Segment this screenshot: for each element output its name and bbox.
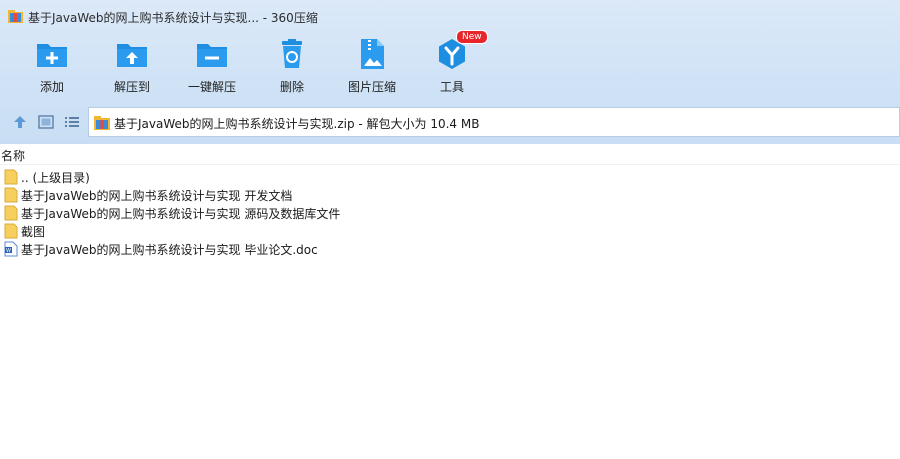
top-panel: 基于JavaWeb的网上购书系统设计与实现... - 360压缩 添加 解压到 … bbox=[0, 0, 900, 144]
delete-button[interactable]: 删除 bbox=[252, 36, 332, 95]
word-document-icon: W bbox=[4, 241, 18, 257]
image-compress-label: 图片压缩 bbox=[347, 80, 396, 94]
address-bar[interactable]: 基于JavaWeb的网上购书系统设计与实现.zip - 解包大小为 10.4 M… bbox=[88, 107, 900, 137]
svg-text:W: W bbox=[6, 248, 11, 254]
address-text: 基于JavaWeb的网上购书系统设计与实现.zip - 解包大小为 10.4 M… bbox=[114, 117, 480, 131]
up-arrow-icon[interactable] bbox=[11, 113, 29, 131]
one-click-extract-label: 一键解压 bbox=[187, 80, 236, 94]
file-list: 名称 .. (上级目录) 基于JavaWeb的网上购书系统设计与实现 开发文档 … bbox=[0, 144, 900, 459]
folder-icon bbox=[4, 169, 18, 185]
extract-to-label: 解压到 bbox=[113, 80, 150, 94]
archive-icon bbox=[8, 9, 23, 23]
list-item-name: 截图 bbox=[21, 225, 46, 239]
header-divider bbox=[0, 164, 900, 165]
list-item-name: 基于JavaWeb的网上购书系统设计与实现 开发文档 bbox=[21, 189, 293, 203]
one-click-extract-icon bbox=[194, 36, 230, 72]
folder-icon bbox=[4, 187, 18, 203]
title-bar: 基于JavaWeb的网上购书系统设计与实现... - 360压缩 bbox=[0, 0, 900, 34]
list-item[interactable]: 基于JavaWeb的网上购书系统设计与实现 源码及数据库文件 bbox=[0, 204, 900, 222]
list-item[interactable]: 截图 bbox=[0, 222, 900, 240]
folder-icon bbox=[4, 205, 18, 221]
address-row: 基于JavaWeb的网上购书系统设计与实现.zip - 解包大小为 10.4 M… bbox=[0, 104, 900, 140]
list-item[interactable]: .. (上级目录) bbox=[0, 168, 900, 186]
add-button[interactable]: 添加 bbox=[12, 36, 92, 95]
extract-to-button[interactable]: 解压到 bbox=[92, 36, 172, 95]
column-header-name[interactable]: 名称 bbox=[1, 147, 25, 164]
toolbar: 添加 解压到 一键解压 删除 图片压缩 New 工具 bbox=[0, 30, 900, 100]
app-window: 基于JavaWeb的网上购书系统设计与实现... - 360压缩 添加 解压到 … bbox=[0, 0, 900, 459]
list-item-name: .. (上级目录) bbox=[21, 171, 90, 185]
extract-to-icon bbox=[114, 36, 150, 72]
delete-label: 删除 bbox=[279, 80, 304, 94]
list-view-icon[interactable] bbox=[63, 113, 81, 131]
list-item-name: 基于JavaWeb的网上购书系统设计与实现 毕业论文.doc bbox=[21, 243, 318, 257]
add-label: 添加 bbox=[39, 80, 64, 94]
list-item[interactable]: W 基于JavaWeb的网上购书系统设计与实现 毕业论文.doc bbox=[0, 240, 900, 258]
tools-icon: New bbox=[434, 30, 488, 72]
list-item-name: 基于JavaWeb的网上购书系统设计与实现 源码及数据库文件 bbox=[21, 207, 341, 221]
folder-icon bbox=[4, 223, 18, 239]
delete-icon bbox=[274, 36, 310, 72]
list-item[interactable]: 基于JavaWeb的网上购书系统设计与实现 开发文档 bbox=[0, 186, 900, 204]
zip-file-icon bbox=[94, 115, 110, 130]
thumbnail-view-icon[interactable] bbox=[37, 113, 55, 131]
window-title: 基于JavaWeb的网上购书系统设计与实现... - 360压缩 bbox=[28, 11, 318, 25]
add-folder-icon bbox=[34, 36, 70, 72]
new-badge: New bbox=[456, 30, 488, 44]
tools-label: 工具 bbox=[439, 80, 464, 94]
tools-button[interactable]: New 工具 bbox=[412, 30, 492, 95]
image-compress-icon bbox=[354, 36, 390, 72]
image-compress-button[interactable]: 图片压缩 bbox=[332, 36, 412, 95]
one-click-extract-button[interactable]: 一键解压 bbox=[172, 36, 252, 95]
